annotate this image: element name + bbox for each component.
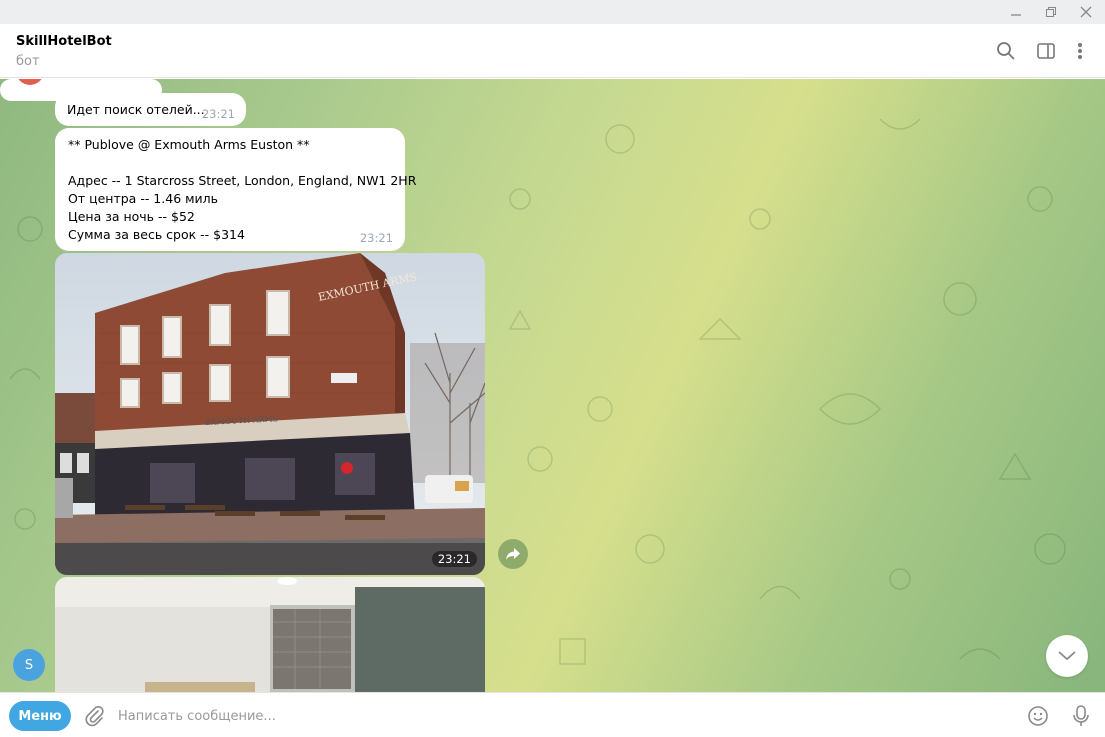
forward-icon[interactable] (498, 539, 528, 569)
attach-icon[interactable] (80, 702, 108, 730)
message-composer: Меню (0, 692, 1105, 737)
chat-subtitle: бот (16, 54, 40, 69)
chat-area[interactable]: Идет поиск отелей... 23:21 ** Publove @ … (0, 79, 1105, 692)
user-avatar[interactable]: S (13, 649, 45, 681)
emoji-icon[interactable] (1024, 702, 1052, 730)
message-time: 23:21 (201, 107, 235, 121)
side-panel-icon[interactable] (1032, 37, 1060, 65)
hotel-name: ** Publove @ Exmouth Arms Euston ** (68, 137, 310, 152)
photo-time: 23:21 (431, 551, 477, 567)
hotel-price-night: Цена за ночь -- $52 (68, 209, 195, 224)
hotel-photo-exterior[interactable]: EXMOUTH ARMS EXMOUTH ARMS 23:21 (55, 253, 485, 575)
hotel-price-total: Сумма за весь срок -- $314 (68, 227, 245, 242)
microphone-icon[interactable] (1067, 702, 1095, 730)
message-searching[interactable]: Идет поиск отелей... 23:21 (55, 93, 246, 126)
message-time: 23:21 (359, 231, 393, 245)
hotel-photo-room[interactable] (55, 577, 485, 692)
menu-button[interactable]: Меню (9, 701, 71, 731)
search-icon[interactable] (992, 37, 1020, 65)
close-icon[interactable] (1068, 0, 1104, 24)
message-input[interactable] (118, 703, 998, 729)
window-titlebar (0, 0, 1105, 24)
scroll-down-button[interactable] (1046, 635, 1088, 677)
chat-title[interactable]: SkillHotelBot (16, 34, 112, 49)
chevron-down-icon (1058, 651, 1076, 661)
message-hotel-info[interactable]: ** Publove @ Exmouth Arms Euston ** Адре… (55, 128, 417, 251)
minimize-icon[interactable] (998, 0, 1034, 24)
restore-icon[interactable] (1033, 0, 1069, 24)
message-text: Идет поиск отелей... (67, 102, 205, 117)
chat-header[interactable]: SkillHotelBot бот (0, 24, 1105, 78)
more-vertical-icon[interactable] (1066, 37, 1094, 65)
hotel-address: Адрес -- 1 Starcross Street, London, Eng… (68, 173, 417, 188)
hotel-distance: От центра -- 1.46 миль (68, 191, 219, 206)
